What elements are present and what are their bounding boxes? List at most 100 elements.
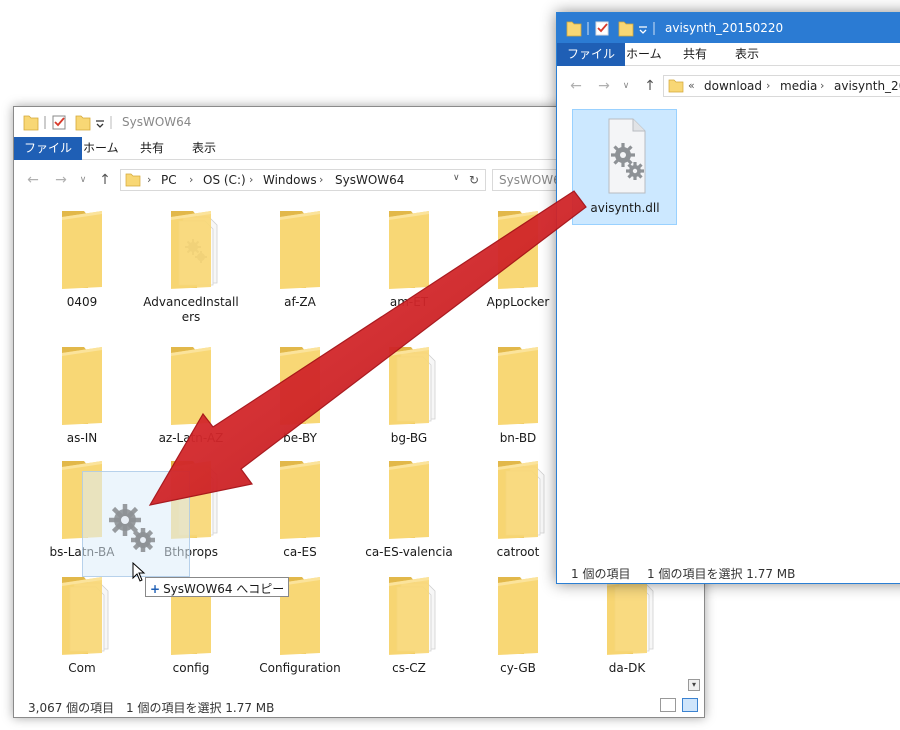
tab-home[interactable]: ホーム	[73, 137, 129, 160]
folder-item-ca-es-valencia[interactable]: ca-ES-valencia	[357, 457, 461, 560]
folder-icon	[248, 343, 352, 427]
folder-label: bg-BG	[390, 431, 428, 445]
scroll-down-icon[interactable]: ▾	[688, 679, 700, 691]
refresh-icon[interactable]: ↻	[469, 173, 479, 187]
folder-label: be-BY	[283, 431, 317, 445]
folder-item-af-za[interactable]: af-ZA	[248, 207, 352, 310]
folder-icon	[357, 573, 461, 657]
breadcrumb-media[interactable]: media	[780, 79, 817, 93]
forward-arrow-icon[interactable]: →	[52, 171, 70, 189]
details-view-icon[interactable]	[660, 698, 676, 712]
file-item-avisynth-dll[interactable]: avisynth.dll	[573, 113, 677, 216]
folder-item-applocker[interactable]: AppLocker	[466, 207, 570, 310]
breadcrumb-syswow64[interactable]: SysWOW64	[335, 173, 404, 187]
breadcrumb-pc[interactable]: PC	[161, 173, 177, 187]
address-dropdown-icon[interactable]: ∨	[453, 173, 460, 183]
ribbon-tabs: ファイル ホーム 共有 表示	[557, 43, 900, 66]
window-title: avisynth_20150220	[665, 21, 784, 35]
tab-view[interactable]: 表示	[725, 43, 769, 66]
folder-label: Com	[68, 661, 96, 675]
folder-label: catroot	[496, 545, 540, 559]
status-selection: 1 個の項目を選択 1.77 MB	[126, 701, 275, 715]
tab-home[interactable]: ホーム	[616, 43, 672, 66]
folder-label: cy-GB	[500, 661, 536, 675]
recent-chevron-icon[interactable]: ∨	[617, 77, 635, 95]
folder-item-am-et[interactable]: am-ET	[357, 207, 461, 310]
folder-icon	[30, 343, 134, 427]
status-item-count: 1 個の項目	[571, 567, 631, 581]
large-icons-view-icon[interactable]	[682, 698, 698, 712]
mouse-cursor-icon	[132, 562, 146, 582]
avisynth-window[interactable]: avisynth_20150220 ファイル ホーム 共有 表示 ← → ∨ ↑…	[556, 12, 900, 584]
status-bar: 1 個の項目 1 個の項目を選択 1.77 MB	[557, 561, 900, 583]
title-bar[interactable]: avisynth_20150220	[557, 13, 900, 43]
folder-item-0409[interactable]: 0409	[30, 207, 134, 310]
tab-share[interactable]: 共有	[673, 43, 717, 66]
folder-label: bn-BD	[499, 431, 537, 445]
back-arrow-icon[interactable]: ←	[24, 171, 42, 189]
tab-view[interactable]: 表示	[182, 137, 226, 160]
status-item-count: 3,067 個の項目	[28, 701, 115, 715]
folder-item-be-by[interactable]: be-BY	[248, 343, 352, 446]
back-arrow-icon[interactable]: ←	[567, 77, 585, 95]
folder-item-ca-es[interactable]: ca-ES	[248, 457, 352, 560]
folder-icon	[30, 207, 134, 291]
folder-icon	[466, 207, 570, 291]
folder-icon	[139, 207, 243, 291]
up-arrow-icon[interactable]: ↑	[641, 77, 659, 95]
folder-label: ca-ES	[283, 545, 317, 559]
breadcrumb-drive[interactable]: OS (C:)	[203, 173, 246, 187]
folder-item-bg-bg[interactable]: bg-BG	[357, 343, 461, 446]
folder-icon	[357, 207, 461, 291]
folder-icon	[125, 173, 141, 187]
tooltip-text: SysWOW64 へコピー	[163, 582, 285, 596]
folder-label: AdvancedInstallers	[143, 295, 239, 324]
folder-label: da-DK	[608, 661, 646, 675]
tab-share[interactable]: 共有	[130, 137, 174, 160]
folder-icon	[357, 343, 461, 427]
folder-label: config	[172, 661, 210, 675]
folder-icon	[668, 79, 684, 93]
folder-item-catroot[interactable]: catroot	[466, 457, 570, 560]
copy-plus-icon: +	[150, 582, 161, 596]
folder-item-cy-gb[interactable]: cy-GB	[466, 573, 570, 676]
folder-icon	[139, 343, 243, 427]
breadcrumb-download[interactable]: download	[704, 79, 762, 93]
folder-icon	[466, 343, 570, 427]
quick-access-toolbar[interactable]	[22, 113, 117, 131]
folder-label: AppLocker	[486, 295, 550, 309]
address-box[interactable]: › PC › OS (C:) › Windows › SysWOW64 ∨ ↻	[120, 169, 486, 191]
folder-item-advancedinstallers[interactable]: AdvancedInstallers	[139, 207, 243, 325]
tab-file[interactable]: ファイル	[14, 137, 83, 160]
quick-access-toolbar[interactable]	[565, 19, 660, 37]
folder-label: af-ZA	[284, 295, 316, 309]
folder-item-cs-cz[interactable]: cs-CZ	[357, 573, 461, 676]
status-bar: 3,067 個の項目 1 個の項目を選択 1.77 MB	[14, 695, 704, 717]
folder-item-az-latn-az[interactable]: az-Latn-AZ	[139, 343, 243, 446]
window-title: SysWOW64	[122, 115, 192, 129]
breadcrumb-windows[interactable]: Windows	[263, 173, 317, 187]
drag-copy-tooltip: + SysWOW64 へコピー	[145, 577, 290, 597]
up-arrow-icon[interactable]: ↑	[96, 171, 114, 189]
tab-file[interactable]: ファイル	[557, 43, 626, 66]
folder-item-as-in[interactable]: as-IN	[30, 343, 134, 446]
folder-label: am-ET	[389, 295, 429, 309]
folder-icon	[248, 457, 352, 541]
breadcrumb-overflow[interactable]: «	[688, 79, 695, 92]
breadcrumb-avisynth[interactable]: avisynth_2015	[834, 79, 900, 93]
recent-chevron-icon[interactable]: ∨	[74, 171, 92, 189]
folder-item-bn-bd[interactable]: bn-BD	[466, 343, 570, 446]
folder-label: 0409	[66, 295, 98, 309]
address-box[interactable]: « download › media › avisynth_2015	[663, 75, 900, 97]
folder-item-com[interactable]: Com	[30, 573, 134, 676]
folder-icon	[575, 573, 679, 657]
folder-label: cs-CZ	[392, 661, 426, 675]
status-selection: 1 個の項目を選択 1.77 MB	[647, 567, 796, 581]
folder-label: az-Latn-AZ	[158, 431, 224, 445]
forward-arrow-icon[interactable]: →	[595, 77, 613, 95]
folder-item-da-dk[interactable]: da-DK	[575, 573, 679, 676]
folder-icon	[248, 207, 352, 291]
folder-icon	[466, 573, 570, 657]
folder-icon	[30, 573, 134, 657]
address-bar-row: ← → ∨ ↑ « download › media › avisynth_20…	[557, 73, 900, 99]
